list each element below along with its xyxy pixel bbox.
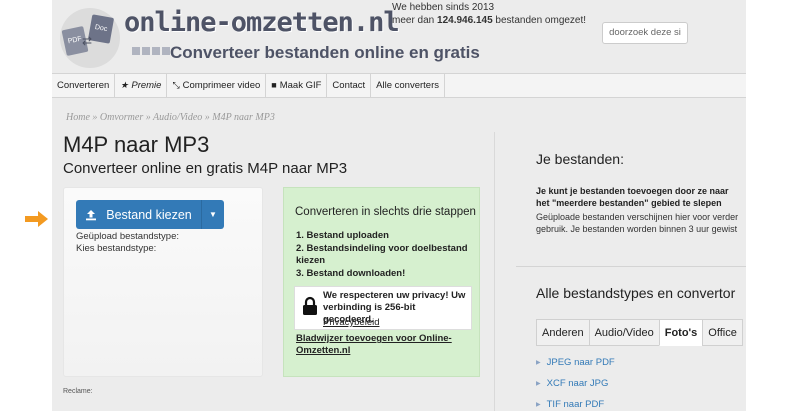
triangle-right-icon: ▶	[536, 402, 541, 408]
stats-text: We hebben sinds 2013 meer dan 124.946.14…	[392, 1, 586, 27]
step-item: 1. Bestand uploaden	[296, 230, 389, 241]
tab-anderen[interactable]: Anderen	[536, 319, 589, 346]
sidebar-divider	[516, 266, 746, 267]
video-camera-icon: ■	[271, 80, 277, 90]
ad-label: Reclame:	[63, 388, 93, 395]
nav-item-premie[interactable]: ★ Premie	[115, 74, 168, 97]
steps-title: Converteren in slechts drie stappen	[295, 206, 476, 218]
steps-list: 1. Bestand uploaden 2. Bestandsindeling …	[296, 230, 471, 280]
stats-count: 124.946.145	[437, 15, 493, 26]
stats-line1: We hebben sinds 2013	[392, 2, 495, 13]
converter-link-jpeg-pdf[interactable]: ▶ JPEG naar PDF	[536, 357, 615, 368]
page: PDF Doc ⇄ online-omzetten.nl Converteer …	[0, 0, 800, 411]
file-type-tabs: Anderen Audio/Video Foto's Office	[536, 319, 743, 346]
main-nav: Converteren ★ Premie ⤡ Comprimeer video ■ M…	[52, 73, 746, 98]
tab-office[interactable]: Office	[702, 319, 743, 346]
your-files-title: Je bestanden:	[536, 151, 624, 167]
step-item: 2. Bestandsindeling voor doelbestand kie…	[296, 242, 468, 267]
drag-files-hint: Je kunt je bestanden toevoegen door ze n…	[536, 186, 729, 208]
convert-arrows-icon: ⇄	[82, 34, 93, 48]
choose-file-main[interactable]: Bestand kiezen	[76, 200, 202, 229]
bookmark-link[interactable]: Bladwijzer toevoegen voor Online-Omzette…	[296, 333, 466, 357]
uploaded-files-info: Geüploade bestanden verschijnen hier voo…	[536, 212, 739, 234]
search-button[interactable]: doorzoek deze si	[602, 22, 688, 44]
breadcrumb[interactable]: Home » Omvormer » Audio/Video » M4P naar…	[66, 112, 275, 123]
nav-item-comprimeer-video[interactable]: ⤡ Comprimeer video	[167, 74, 267, 97]
nav-item-contact[interactable]: Contact	[327, 74, 372, 97]
nav-item-maak-gif[interactable]: ■ Maak GIF	[266, 74, 328, 97]
triangle-right-icon: ▶	[536, 360, 541, 366]
arrow-right-icon	[25, 211, 48, 227]
site-tagline: Converteer bestanden online en gratis	[170, 43, 480, 62]
tab-audio-video[interactable]: Audio/Video	[588, 319, 659, 346]
choose-file-button[interactable]: Bestand kiezen ▼	[76, 200, 224, 229]
site-logo-text[interactable]: online-omzetten.nl	[124, 7, 400, 38]
tab-fotos[interactable]: Foto's	[658, 319, 703, 346]
triangle-right-icon: ▶	[536, 381, 541, 387]
chevron-down-icon[interactable]: ▼	[202, 200, 224, 229]
choose-type-label: Kies bestandstype:	[76, 243, 157, 254]
converter-link-tif-pdf[interactable]: ▶ TIF naar PDF	[536, 399, 604, 410]
compress-icon: ⤡	[172, 80, 180, 90]
page-title: M4P naar MP3	[63, 132, 210, 157]
page-subtitle: Converteer online en gratis M4P naar MP3	[63, 160, 348, 177]
uploaded-type-label: Geüpload bestandstype:	[76, 231, 179, 242]
choose-file-label: Bestand kiezen	[106, 207, 192, 222]
stats-line2: meer dan 124.946.145 bestanden omgezet!	[392, 15, 587, 26]
nav-item-alle-converters[interactable]: Alle converters	[371, 74, 446, 97]
lock-icon	[303, 296, 317, 315]
logo-squares-icon	[132, 47, 170, 55]
upload-icon	[86, 209, 97, 220]
nav-item-converteren[interactable]: Converteren	[52, 74, 116, 97]
file-types-title: Alle bestandstypes en convertor	[536, 285, 736, 301]
star-icon: ★	[120, 80, 129, 90]
column-divider	[494, 132, 495, 411]
step-item: 3. Bestand downloaden!	[296, 267, 406, 279]
privacy-policy-link[interactable]: Privacybeleid	[323, 317, 380, 328]
converter-link-xcf-jpg[interactable]: ▶ XCF naar JPG	[536, 378, 608, 389]
